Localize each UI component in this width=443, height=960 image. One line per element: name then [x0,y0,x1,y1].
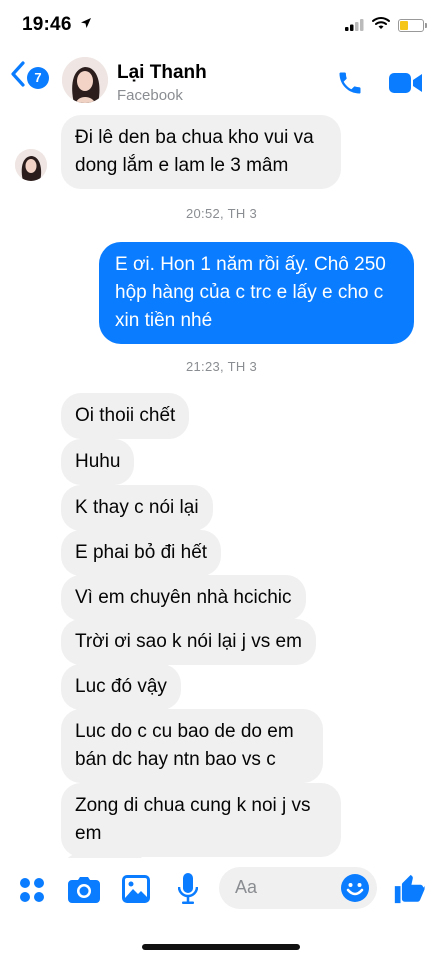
video-camera-icon[interactable] [389,72,423,99]
message-text: Đi lê den ba chua kho vui va [75,127,314,148]
message-bubble-incoming[interactable]: Huhu [61,439,135,485]
message-bubble-incoming[interactable]: Oi thoii chết [61,393,190,439]
message-bubble-incoming[interactable]: E phai bỏ đi hết [61,530,222,576]
message-text: E ơi. Hon 1 năm rồi ấy. Chô 250 [115,254,386,275]
contact-name[interactable]: Lại Thanh [117,62,207,84]
wifi-icon [372,16,390,35]
message-bubble-incoming[interactable]: Luc do c cu bao de do em bán dc hay ntn … [61,709,323,783]
home-indicator[interactable] [142,944,300,950]
message-timestamp: 20:52, TH 3 [186,206,257,221]
message-text: Huhu [75,451,121,472]
unread-count-badge[interactable]: 7 [27,67,49,89]
message-text: xin tiền nhé [115,310,213,331]
status-bar: 19:46 [0,0,443,46]
microphone-icon[interactable] [177,873,199,910]
message-text: em [75,823,102,844]
contact-avatar[interactable] [62,57,108,103]
message-text: dong lắm e lam le 3 mâm [75,155,289,176]
sender-avatar[interactable] [15,149,47,181]
message-input[interactable]: Aa [219,867,377,909]
message-bubble-incoming[interactable]: Luc đó vậy [61,664,181,710]
message-text: Vì em chuyên nhà hcichic [75,587,292,608]
message-bubble-incoming[interactable]: Zong di chua cung k noi j vs em [61,783,341,857]
message-text: bán dc hay ntn bao vs c [75,749,276,770]
message-bubble-incoming[interactable]: K thay c nói lại [61,485,213,531]
composer-bar: Aa [0,858,443,924]
message-timestamp: 21:23, TH 3 [186,359,257,374]
message-text: Oi thoii chết [75,405,176,426]
message-bubble-outgoing[interactable]: E ơi. Hon 1 năm rồi ấy. Chô 250 hộp hàng… [99,242,414,344]
emoji-icon[interactable] [340,873,370,908]
camera-icon[interactable] [68,877,100,908]
message-text: Zong di chua cung k noi j vs [75,795,311,816]
contact-subtitle: Facebook [117,87,183,104]
conversation-header: 7 Lại Thanh Facebook [0,46,443,114]
message-text: Luc đó vậy [75,676,167,697]
back-chevron-icon[interactable] [10,60,26,93]
location-arrow-icon [80,16,92,34]
battery-icon [398,19,427,32]
message-text: Trời ơi sao k nói lại j vs em [75,631,302,652]
message-bubble-incoming[interactable]: Đi lê den ba chua kho vui va dong lắm e … [61,115,341,189]
message-bubble-incoming[interactable]: Vì em chuyên nhà hcichic [61,575,306,621]
phone-icon[interactable] [336,69,364,102]
message-input-placeholder: Aa [235,877,258,897]
message-text: K thay c nói lại [75,497,199,518]
status-time: 19:46 [22,14,72,35]
gallery-icon[interactable] [122,875,150,908]
apps-grid-icon[interactable] [19,877,45,908]
message-text: Luc do c cu bao de do em [75,721,294,742]
thumbs-up-icon[interactable] [392,872,426,911]
signal-bars-icon [345,18,365,36]
message-text: hộp hàng của c trc e lấy e cho c [115,282,384,303]
message-text: E phai bỏ đi hết [75,542,208,563]
message-bubble-incoming[interactable]: Trời ơi sao k nói lại j vs em [61,619,316,665]
